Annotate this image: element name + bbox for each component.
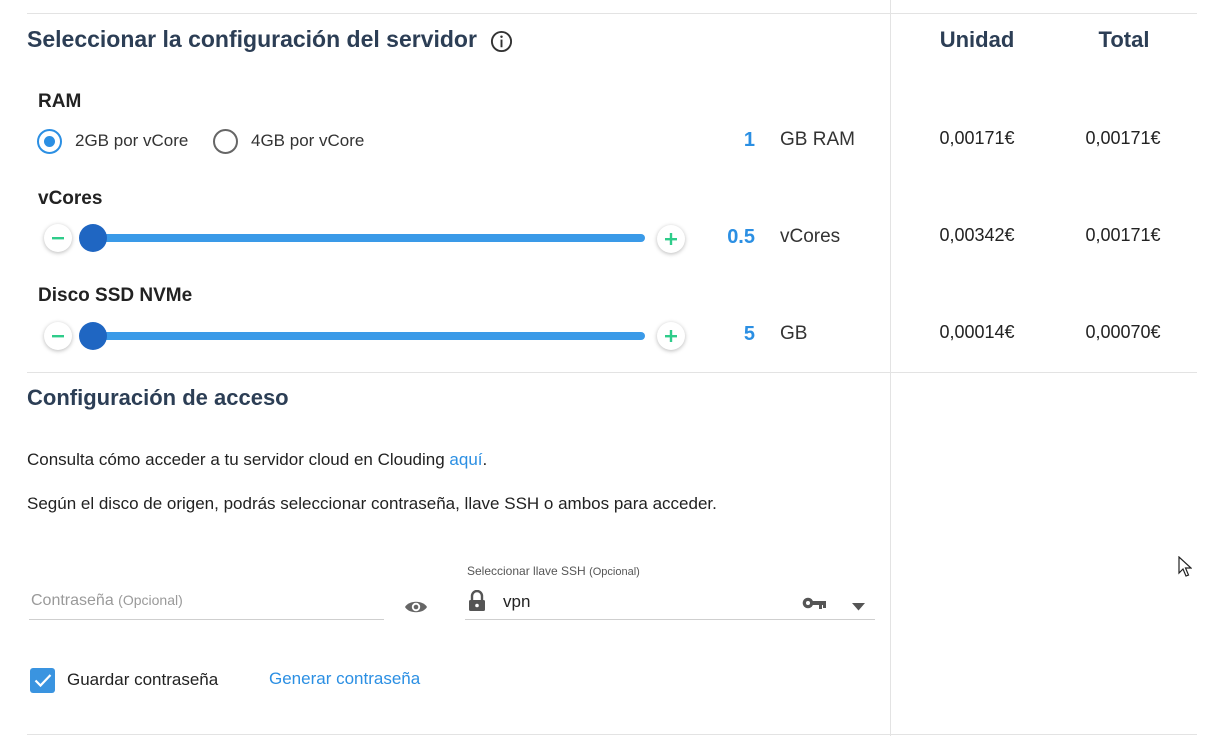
disk-slider-thumb[interactable] [79, 322, 107, 350]
disk-unit: GB [780, 323, 808, 344]
check-icon [34, 674, 51, 688]
save-password-label[interactable]: Guardar contraseña [67, 670, 218, 690]
disk-label: Disco SSD NVMe [38, 285, 193, 306]
minus-icon [52, 335, 64, 338]
radio-2gb-per-vcore[interactable] [37, 129, 62, 154]
vcores-label: vCores [38, 188, 103, 209]
ram-label: RAM [38, 91, 82, 112]
plus-icon [665, 330, 677, 342]
top-divider [27, 13, 1197, 14]
ssh-label-optional: (Opcional) [589, 566, 640, 578]
caret-down-icon[interactable] [852, 598, 865, 616]
disk-quantity: 5 [743, 323, 755, 345]
ram-unit-price: 0,00171€ [939, 128, 1015, 148]
password-underline [29, 619, 384, 620]
plus-icon [665, 233, 677, 245]
bottom-divider [27, 734, 1197, 735]
minus-icon [52, 237, 64, 240]
vcores-unit: vCores [780, 226, 841, 247]
password-placeholder: Contraseña [31, 592, 114, 609]
ssh-select-label: Seleccionar llave SSH (Opcional) [467, 564, 640, 578]
disk-decrement-button[interactable] [44, 322, 72, 350]
ssh-label-text: Seleccionar llave SSH [467, 564, 586, 578]
password-input[interactable]: Contraseña (Opcional) [31, 592, 183, 610]
section-divider [27, 372, 1197, 373]
vcores-slider-track[interactable] [92, 234, 645, 242]
vcores-increment-button[interactable] [657, 225, 685, 253]
vcores-unit-price: 0,00342€ [939, 225, 1015, 245]
ram-quantity: 1 [743, 129, 755, 151]
ssh-select[interactable]: vpn [503, 592, 530, 612]
eye-icon[interactable] [404, 598, 428, 621]
radio-2gb-label[interactable]: 2GB por vCore [75, 131, 188, 151]
column-divider [890, 0, 891, 736]
disk-increment-button[interactable] [657, 322, 685, 350]
access-info-link[interactable]: aquí [449, 450, 482, 469]
ram-unit: GB RAM [780, 129, 855, 150]
access-config-title: Configuración de acceso [27, 385, 289, 410]
vcores-total-price: 0,00171€ [1085, 225, 1161, 245]
save-password-checkbox[interactable] [30, 668, 55, 693]
radio-4gb-per-vcore[interactable] [213, 129, 238, 154]
lock-icon [468, 589, 486, 617]
vcores-slider-thumb[interactable] [79, 224, 107, 252]
disk-unit-price: 0,00014€ [939, 322, 1015, 342]
access-info-suffix: . [482, 450, 488, 469]
server-config-title: Seleccionar la configuración del servido… [27, 26, 477, 52]
access-note-text: Según el disco de origen, podrás selecci… [27, 494, 717, 513]
unit-column-header: Unidad [939, 27, 1015, 52]
ram-total-price: 0,00171€ [1085, 128, 1161, 148]
access-info-text: Consulta cómo acceder a tu servidor clou… [27, 450, 487, 470]
key-icon [802, 596, 827, 615]
ssh-underline [465, 619, 875, 620]
disk-slider-track[interactable] [92, 332, 645, 340]
generate-password-link[interactable]: Generar contraseña [269, 669, 420, 689]
vcores-quantity: 0.5 [727, 226, 755, 248]
total-column-header: Total [1098, 27, 1150, 52]
password-optional: (Opcional) [118, 592, 183, 608]
mouse-cursor-icon [1178, 555, 1193, 582]
disk-total-price: 0,00070€ [1085, 322, 1161, 342]
info-icon[interactable] [490, 30, 513, 58]
access-info-prefix: Consulta cómo acceder a tu servidor clou… [27, 450, 445, 469]
vcores-decrement-button[interactable] [44, 224, 72, 252]
radio-4gb-label[interactable]: 4GB por vCore [251, 131, 364, 151]
